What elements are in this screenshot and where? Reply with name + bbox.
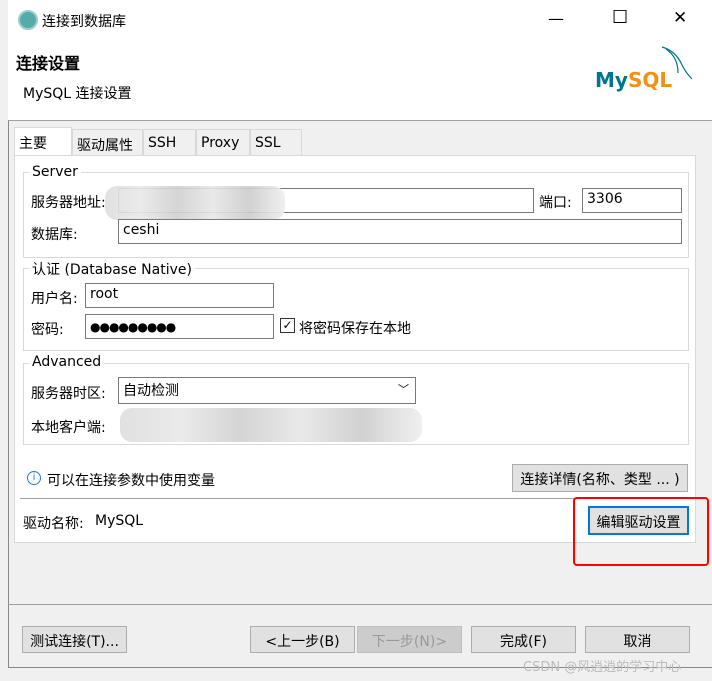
save-password-label[interactable]: 将密码保存在本地	[299, 318, 411, 338]
tab-main[interactable]: 主要	[14, 127, 72, 156]
chevron-down-icon: ﹀	[398, 383, 409, 396]
redacted-host	[105, 186, 285, 220]
window-title: 连接到数据库	[42, 14, 126, 30]
app-icon	[18, 10, 38, 30]
port-label: 端口:	[539, 195, 572, 211]
tab-driver-properties[interactable]: 驱动属性	[72, 129, 143, 156]
previous-button[interactable]: <上一步(B)	[250, 626, 355, 653]
title-bar: 连接到数据库 — ☐ ✕	[8, 0, 712, 40]
timezone-label: 服务器时区:	[31, 386, 106, 402]
redacted-local-client	[120, 408, 422, 442]
database-label: 数据库:	[31, 227, 78, 243]
tab-proxy[interactable]: Proxy	[196, 129, 250, 156]
minimize-button[interactable]: —	[548, 9, 564, 28]
database-input[interactable]: ceshi	[118, 219, 682, 244]
mysql-logo: MySQL	[595, 68, 673, 92]
finish-button[interactable]: 完成(F)	[471, 626, 576, 653]
footer-separator	[8, 604, 712, 605]
advanced-legend: Advanced	[29, 354, 105, 370]
cancel-button[interactable]: 取消	[585, 626, 690, 653]
watermark: CSDN @风逍逍的学习中心	[523, 660, 682, 675]
page-subtitle: MySQL 连接设置	[23, 86, 132, 102]
timezone-select[interactable]: 自动检测 ﹀	[118, 377, 416, 404]
tab-ssl[interactable]: SSL	[250, 129, 302, 156]
local-client-label: 本地客户端:	[31, 420, 106, 436]
test-connection-button[interactable]: 测试连接(T)...	[22, 626, 127, 653]
close-button[interactable]: ✕	[673, 8, 687, 28]
maximize-button[interactable]: ☐	[612, 7, 628, 28]
driver-name-label: 驱动名称:	[23, 516, 84, 532]
highlight-box	[573, 497, 709, 566]
password-label: 密码:	[31, 322, 64, 338]
page-title: 连接设置	[16, 54, 81, 73]
password-input[interactable]: ●●●●●●●●●	[85, 314, 274, 339]
driver-name-value: MySQL	[95, 513, 144, 529]
tab-ssh[interactable]: SSH	[143, 129, 196, 156]
auth-legend: 认证 (Database Native)	[29, 259, 195, 279]
host-label: 服务器地址:	[31, 195, 106, 211]
info-icon: i	[27, 471, 41, 485]
wizard-header: 连接设置 MySQL 连接设置 MySQL	[8, 40, 712, 121]
next-button[interactable]: 下一步(N)>	[357, 626, 462, 653]
info-text: 可以在连接参数中使用变量	[47, 473, 215, 489]
username-label: 用户名:	[31, 291, 78, 307]
timezone-value: 自动检测	[123, 383, 179, 399]
port-input[interactable]: 3306	[582, 188, 682, 213]
save-password-checkbox[interactable]: ✓	[280, 318, 295, 333]
server-legend: Server	[29, 164, 81, 180]
connection-details-button[interactable]: 连接详情(名称、类型 ... )	[512, 464, 688, 492]
username-input[interactable]: root	[85, 283, 274, 308]
